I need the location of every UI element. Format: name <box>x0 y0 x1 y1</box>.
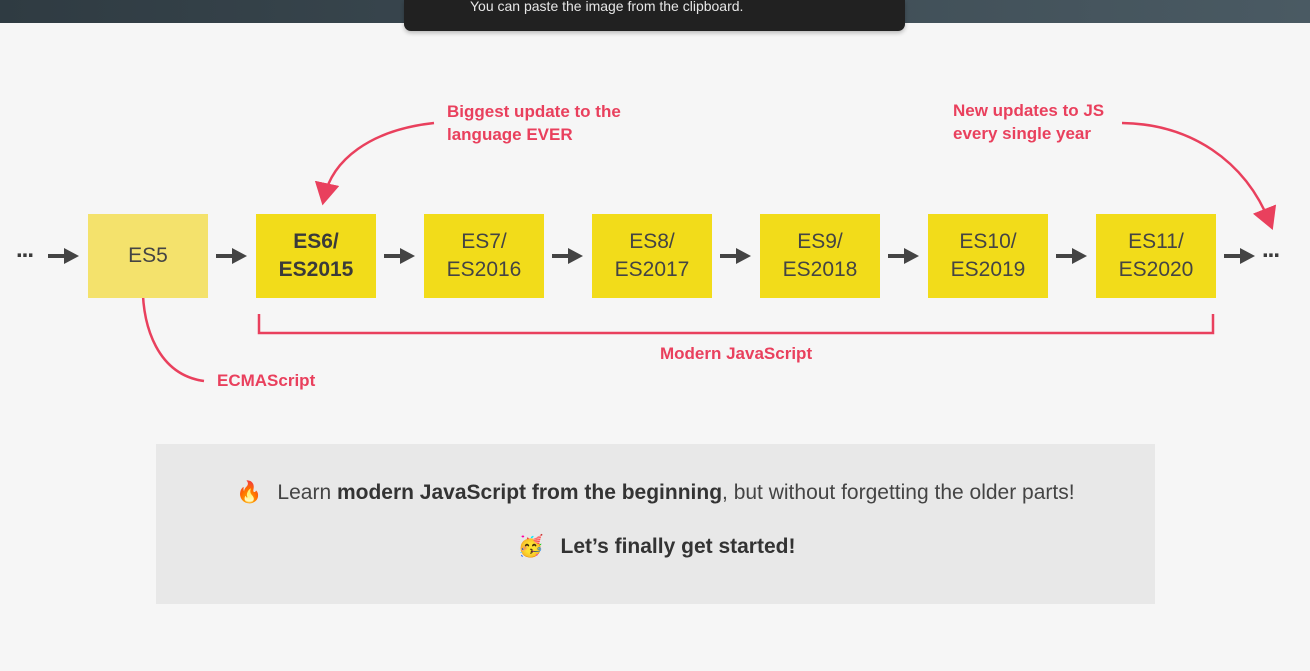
leading-ellipsis: ... <box>16 236 34 263</box>
biggest-update-arrow <box>314 121 435 206</box>
arrow-icon <box>384 248 415 264</box>
arrow-icon <box>48 248 79 264</box>
summary-line-learn: 🔥 Learn modern JavaScript from the beginn… <box>0 481 1310 505</box>
version-box-es7: ES7/ ES2016 <box>424 214 544 298</box>
arrow-icon <box>1056 248 1087 264</box>
biggest-update-note: Biggest update to the language EVER <box>447 102 621 144</box>
arrow-icon <box>216 248 247 264</box>
line1-suffix: , but without forgetting the older parts… <box>722 481 1075 504</box>
version-label: ES9/ ES2018 <box>782 230 858 281</box>
fire-icon: 🔥 <box>236 481 263 504</box>
ecmascript-note: ECMAScript <box>217 371 316 390</box>
arrow-icon <box>720 248 751 264</box>
version-label: ES7/ ES2016 <box>446 230 522 281</box>
summary-line-start: 🥳 Let’s finally get started! <box>0 535 1310 559</box>
summary-panel <box>156 444 1155 604</box>
arrow-icon <box>888 248 919 264</box>
version-box-es8: ES8/ ES2017 <box>592 214 712 298</box>
arrow-icon <box>1224 248 1255 264</box>
version-box-es9: ES9/ ES2018 <box>760 214 880 298</box>
line2-text: Let’s finally get started! <box>560 535 796 558</box>
new-updates-note: New updates to JS every single year <box>953 101 1105 143</box>
modern-js-note: Modern JavaScript <box>660 344 813 363</box>
version-box-es5: ES5 <box>88 214 208 298</box>
line1-bold: modern JavaScript from the beginning <box>336 481 723 504</box>
version-label: ES5 <box>128 244 168 267</box>
line1-prefix: Learn <box>277 481 337 504</box>
version-box-es6: ES6/ ES2015 <box>256 214 376 298</box>
version-label: ES11/ ES2020 <box>1118 230 1194 281</box>
trailing-ellipsis: ... <box>1262 236 1280 263</box>
version-label: ES8/ ES2017 <box>614 230 690 281</box>
version-box-es11: ES11/ ES2020 <box>1096 214 1216 298</box>
version-label: ES6/ ES2015 <box>278 230 354 281</box>
version-box-es10: ES10/ ES2019 <box>928 214 1048 298</box>
modern-js-bracket <box>257 314 1215 335</box>
arrow-icon <box>552 248 583 264</box>
new-updates-arrow <box>1121 121 1277 230</box>
party-face-icon: 🥳 <box>517 535 544 558</box>
version-label: ES10/ ES2019 <box>950 230 1026 281</box>
